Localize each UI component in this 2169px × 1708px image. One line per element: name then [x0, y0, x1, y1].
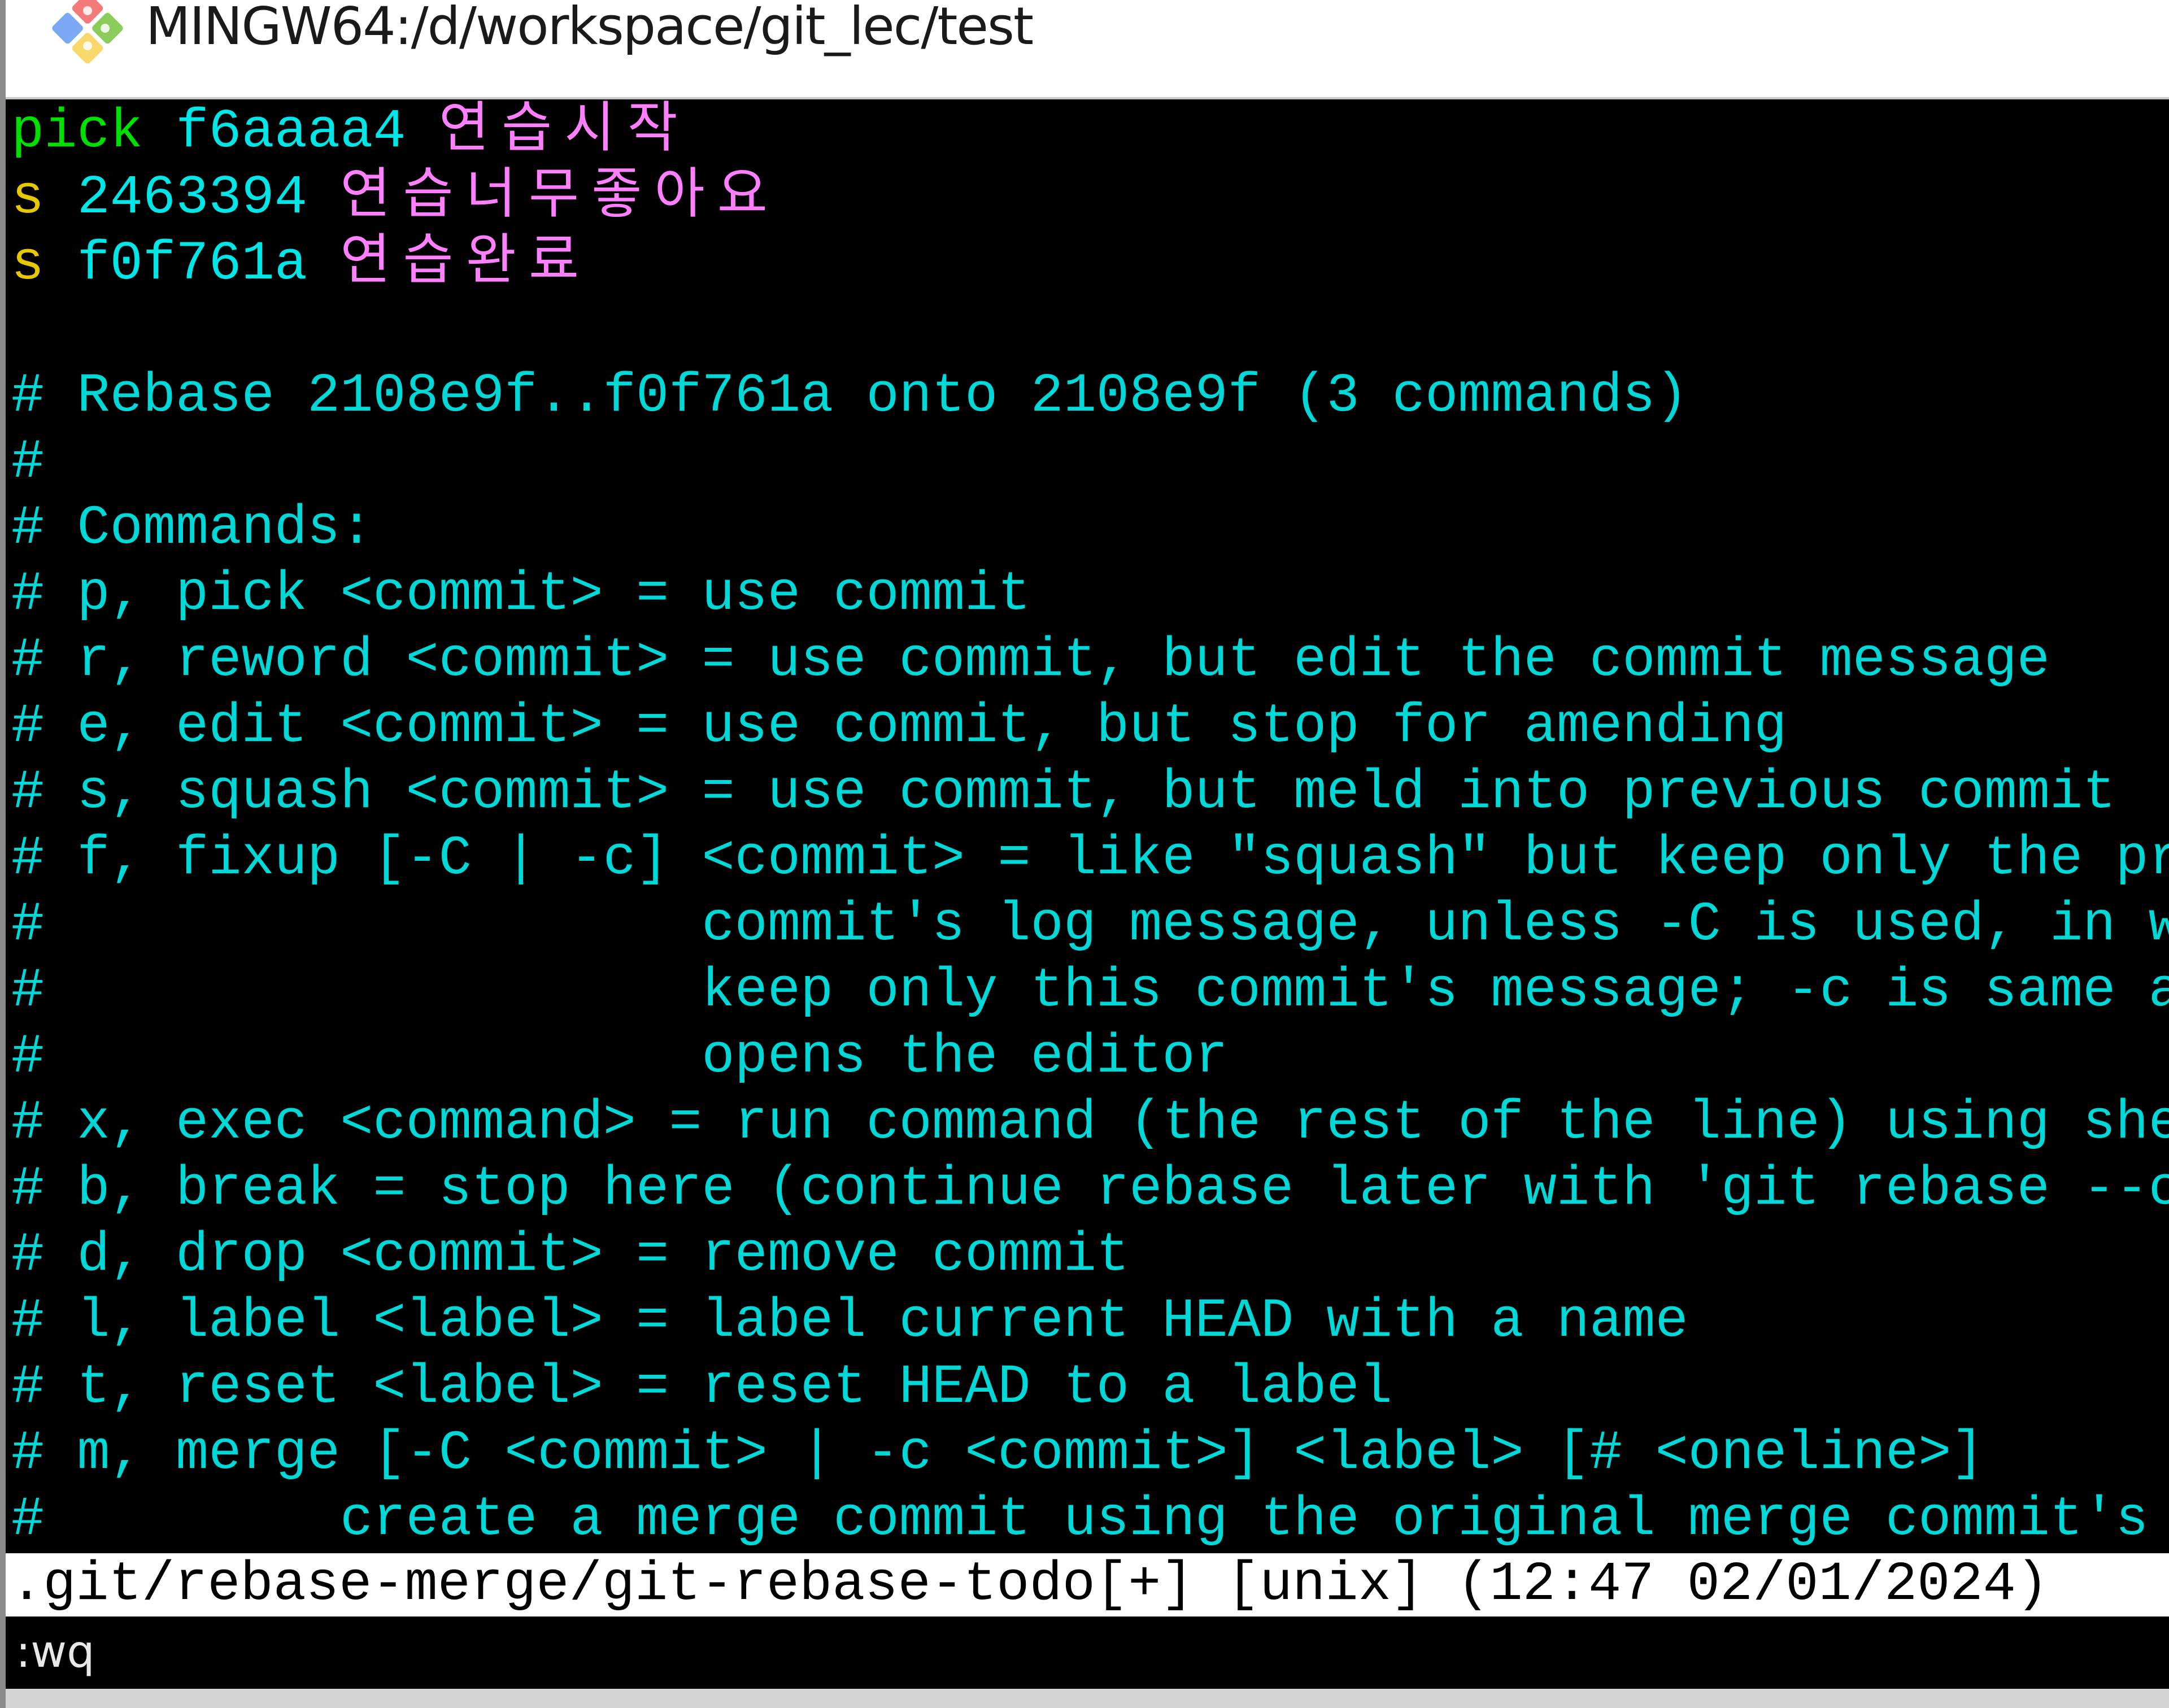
commit-hash: f6aaaa4	[176, 101, 406, 163]
window-bottom-border	[6, 1689, 2169, 1708]
commit-message: 연습시작	[438, 101, 690, 163]
git-bash-icon	[52, 0, 123, 64]
comment-line: # t, reset <label> = reset HEAD to a lab…	[11, 1357, 1392, 1419]
commit-hash: f0f761a	[77, 233, 307, 295]
comment-line: # f, fixup [-C | -c] <commit> = like "sq…	[11, 828, 2169, 890]
todo-line[interactable]: s 2463394 연습너무좋아요	[11, 165, 780, 232]
comment-line: # b, break = stop here (continue rebase …	[11, 1158, 2169, 1221]
vim-command-line[interactable]: :wq	[6, 1616, 2169, 1689]
comment-line: # commit's log message, unless -C is use…	[11, 894, 2169, 956]
window-left-border	[0, 0, 6, 1708]
todo-line[interactable]: s f0f761a 연습완료	[11, 232, 591, 298]
comment-line: # d, drop <commit> = remove commit	[11, 1225, 1130, 1287]
commit-hash: 2463394	[77, 167, 307, 229]
todo-line[interactable]: pick f6aaaa4 연습시작	[11, 99, 690, 165]
status-file-info: .git/rebase-merge/git-rebase-todo[+] [un…	[10, 1554, 2049, 1616]
command-input[interactable]: :wq	[16, 1621, 95, 1683]
comment-line: # e, edit <commit> = use commit, but sto…	[11, 696, 1787, 758]
commit-message: 연습완료	[340, 233, 592, 295]
comment-line: # keep only this commit's message; -c is…	[11, 960, 2169, 1022]
todo-command: pick	[11, 101, 143, 163]
comment-line: # opens the editor	[11, 1026, 1228, 1088]
vim-status-line: .git/rebase-merge/git-rebase-todo[+] [un…	[6, 1553, 2169, 1616]
commit-message: 연습너무좋아요	[340, 167, 780, 229]
comment-line: # l, label <label> = label current HEAD …	[11, 1291, 1688, 1353]
comment-line: # r, reword <commit> = use commit, but e…	[11, 630, 2050, 692]
comment-line: #	[11, 432, 45, 494]
comment-line: # s, squash <commit> = use commit, but m…	[11, 762, 2116, 824]
comment-line: # m, merge [-C <commit> | -c <commit>] <…	[11, 1423, 1984, 1485]
comment-line: # Commands:	[11, 498, 373, 560]
comment-line: # create a merge commit using the origin…	[11, 1489, 2149, 1551]
comment-line: # x, exec <command> = run command (the r…	[11, 1092, 2169, 1154]
title-bar[interactable]: MINGW64:/d/workspace/git_lec/test	[6, 0, 2169, 99]
todo-command: s	[11, 167, 45, 229]
todo-command: s	[11, 233, 45, 295]
vim-editor-buffer[interactable]: pick f6aaaa4 연습시작 s 2463394 연습너무좋아요 s f0…	[6, 99, 2169, 1553]
comment-line: # Rebase 2108e9f..f0f761a onto 2108e9f (…	[11, 365, 1688, 428]
comment-line: # p, pick <commit> = use commit	[11, 564, 1031, 626]
window-title: MINGW64:/d/workspace/git_lec/test	[146, 0, 1034, 56]
